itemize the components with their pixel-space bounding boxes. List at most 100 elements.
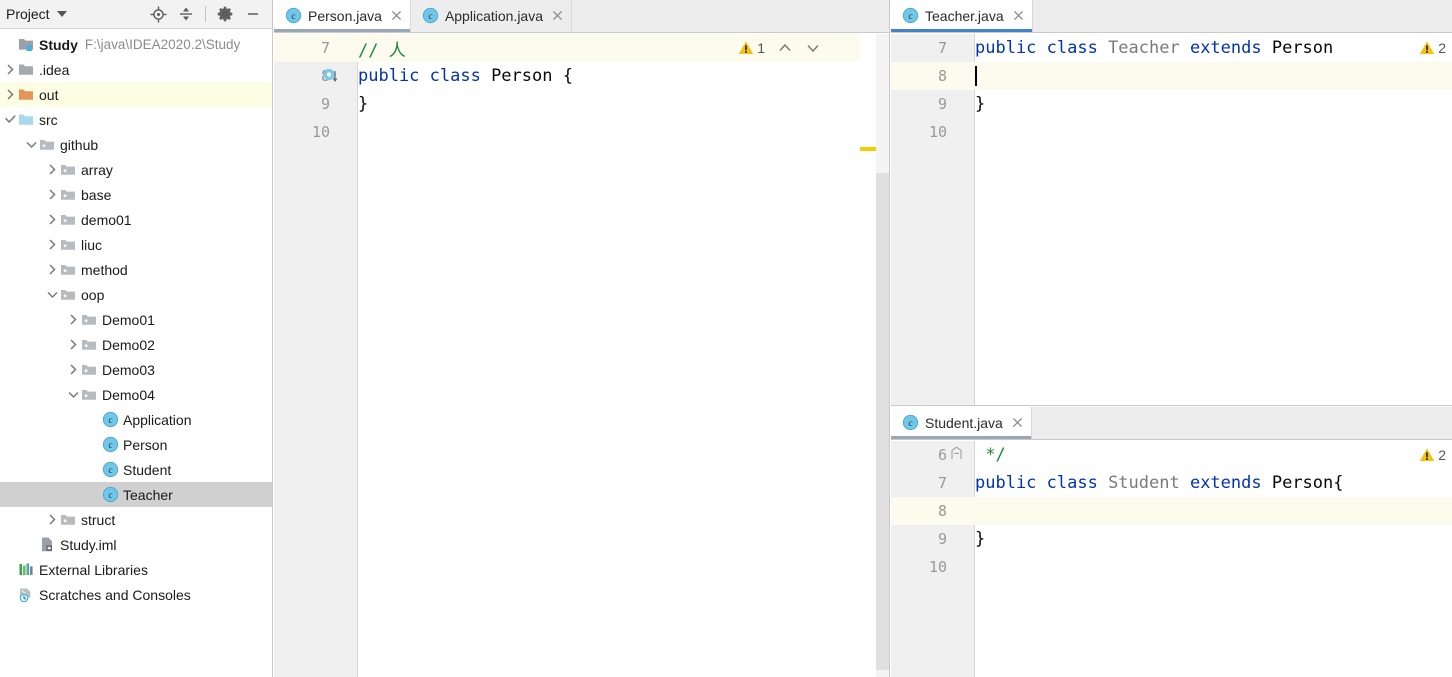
java-class-icon: c <box>285 7 302 24</box>
tree-item-label: liuc <box>81 237 102 253</box>
code-line[interactable]: 7public class Student extends Person{ <box>891 469 1452 497</box>
code-line[interactable]: 9} <box>891 90 1452 118</box>
teacher-code-area[interactable]: 7public class Teacher extends Person89}1… <box>891 34 1452 405</box>
tree-item-student[interactable]: cStudent <box>0 457 272 482</box>
tree-item-method[interactable]: method <box>0 257 272 282</box>
code-line[interactable]: 10 <box>274 118 889 146</box>
tree-item-label: Demo04 <box>102 387 155 403</box>
twisty-toggle[interactable] <box>44 207 59 232</box>
package-icon <box>80 386 98 404</box>
chevron-right-icon <box>45 162 59 177</box>
tree-item-study-iml[interactable]: Study.iml <box>0 532 272 557</box>
student-code-lines[interactable]: 6 */7public class Student extends Person… <box>891 441 1452 677</box>
editor-tab-application-java[interactable]: cApplication.java <box>411 0 572 32</box>
code-line[interactable]: 6 */ <box>891 441 1452 469</box>
tree-item-demo02[interactable]: Demo02 <box>0 332 272 357</box>
close-icon[interactable] <box>551 9 564 22</box>
chevron-down-icon[interactable] <box>57 11 67 17</box>
twisty-toggle[interactable] <box>44 182 59 207</box>
tree-item-demo01[interactable]: Demo01 <box>0 307 272 332</box>
java-class-icon: c <box>101 436 119 454</box>
tool-window-settings-button[interactable] <box>212 2 238 26</box>
code-line[interactable]: 8 <box>891 497 1452 525</box>
editor-tab-teacher-java[interactable]: cTeacher.java <box>891 0 1033 32</box>
warning-triangle-icon[interactable] <box>1419 40 1435 56</box>
close-icon[interactable] <box>390 9 403 22</box>
close-icon[interactable] <box>1012 9 1025 22</box>
fold-end-icon[interactable] <box>949 446 964 462</box>
code-line[interactable]: 10 <box>891 118 1452 146</box>
twisty-toggle[interactable] <box>65 332 80 357</box>
tree-item-out[interactable]: out <box>0 82 272 107</box>
tree-item-demo04[interactable]: Demo04 <box>0 382 272 407</box>
twisty-toggle[interactable] <box>65 307 80 332</box>
tree-item-base[interactable]: base <box>0 182 272 207</box>
hide-tool-window-button[interactable] <box>240 2 266 26</box>
folder-gray-icon <box>17 61 35 79</box>
chevron-down-icon[interactable] <box>805 40 821 56</box>
twisty-toggle[interactable] <box>2 57 17 82</box>
twisty-toggle[interactable] <box>2 107 17 132</box>
warning-triangle-icon[interactable] <box>1419 447 1435 463</box>
tree-item-study[interactable]: StudyF:\java\IDEA2020.2\Study <box>0 32 272 57</box>
collapse-all-button[interactable] <box>173 2 199 26</box>
teacher-editor-tabbar[interactable]: cTeacher.java <box>891 0 1452 33</box>
person-editor-tabbar[interactable]: cPerson.javacApplication.java <box>274 0 889 33</box>
student-code-area[interactable]: 6 */7public class Student extends Person… <box>891 441 1452 677</box>
code-line[interactable]: 10 <box>891 553 1452 581</box>
twisty-toggle[interactable] <box>44 507 59 532</box>
person-scrollbar-thumb[interactable] <box>876 173 889 670</box>
code-line[interactable]: 9} <box>274 90 889 118</box>
code-line[interactable]: 8public class Person { <box>274 62 889 90</box>
tree-item-array[interactable]: array <box>0 157 272 182</box>
tree-item-path: F:\java\IDEA2020.2\Study <box>85 37 240 52</box>
tree-item-liuc[interactable]: liuc <box>0 232 272 257</box>
warning-triangle-icon[interactable] <box>738 40 754 56</box>
tree-item-label: Person <box>123 437 167 453</box>
tree-item-demo03[interactable]: Demo03 <box>0 357 272 382</box>
tree-item-scratches-and-consoles[interactable]: Scratches and Consoles <box>0 582 272 607</box>
person-vertical-scrollbar[interactable] <box>876 34 889 677</box>
project-tool-window-header: Project <box>0 0 272 29</box>
tree-item-src[interactable]: src <box>0 107 272 132</box>
twisty-toggle[interactable] <box>44 157 59 182</box>
twisty-toggle[interactable] <box>44 232 59 257</box>
code-line[interactable]: 7public class Teacher extends Person <box>891 34 1452 62</box>
tree-item-github[interactable]: github <box>0 132 272 157</box>
person-code-area[interactable]: 7// 人8public class Person {9}10 1 <box>274 34 889 677</box>
tree-item-external-libraries[interactable]: External Libraries <box>0 557 272 582</box>
twisty-toggle[interactable] <box>65 357 80 382</box>
close-icon[interactable] <box>1011 416 1024 429</box>
chevron-up-icon[interactable] <box>777 40 793 56</box>
person-error-stripe[interactable] <box>860 34 876 677</box>
error-stripe-marker[interactable] <box>860 147 876 151</box>
tree-item-application[interactable]: cApplication <box>0 407 272 432</box>
code-line[interactable]: 9} <box>891 525 1452 553</box>
twisty-toggle[interactable] <box>65 382 80 407</box>
chevron-right-icon <box>45 237 59 252</box>
teacher-code-lines[interactable]: 7public class Teacher extends Person89}1… <box>891 34 1452 405</box>
twisty-toggle[interactable] <box>44 282 59 307</box>
twisty-toggle[interactable] <box>2 82 17 107</box>
tree-item-demo01[interactable]: demo01 <box>0 207 272 232</box>
person-inspection-widget[interactable]: 1 <box>738 40 821 56</box>
student-inspection-widget[interactable]: 2 <box>1419 447 1446 463</box>
tree-item-teacher[interactable]: cTeacher <box>0 482 272 507</box>
twisty-toggle[interactable] <box>23 132 38 157</box>
editor-tab-person-java[interactable]: cPerson.java <box>274 0 411 32</box>
code-line[interactable]: 8 <box>891 62 1452 90</box>
tree-item-struct[interactable]: struct <box>0 507 272 532</box>
editor-tab-student-java[interactable]: cStudent.java <box>891 407 1032 439</box>
twisty-toggle[interactable] <box>44 257 59 282</box>
project-tool-window-title[interactable]: Project <box>6 6 50 22</box>
tree-item-oop[interactable]: oop <box>0 282 272 307</box>
student-editor-tabbar[interactable]: cStudent.java <box>891 407 1452 440</box>
tree-item-label: src <box>39 112 58 128</box>
implemented-by-icon[interactable] <box>322 67 339 84</box>
locate-in-tree-button[interactable] <box>145 2 171 26</box>
teacher-inspection-widget[interactable]: 2 <box>1419 40 1446 56</box>
tree-item-person[interactable]: cPerson <box>0 432 272 457</box>
tree-item-idea[interactable]: .idea <box>0 57 272 82</box>
person-code-lines[interactable]: 7// 人8public class Person {9}10 <box>274 34 889 677</box>
project-tree[interactable]: StudyF:\java\IDEA2020.2\Study.ideaout src… <box>0 29 272 677</box>
